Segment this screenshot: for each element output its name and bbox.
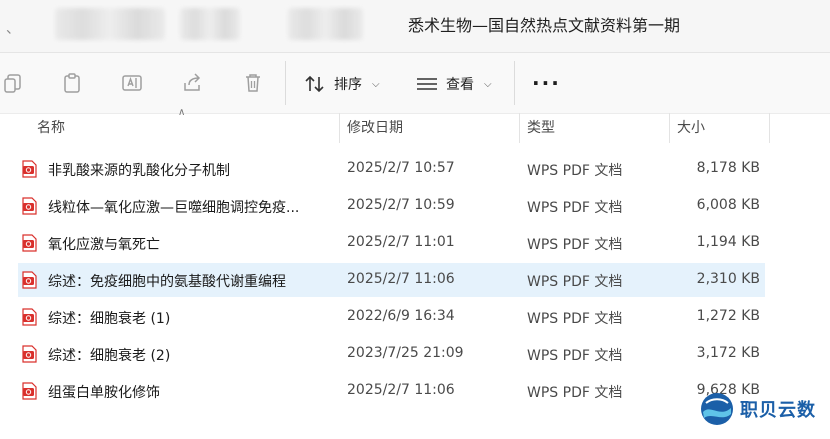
- column-divider[interactable]: [519, 113, 520, 143]
- sort-label: 排序: [334, 77, 362, 93]
- file-name: 非乳酸来源的乳酸化分子机制: [48, 163, 230, 179]
- command-bar: 排序 ⌵ 查看 ⌵ ···: [0, 53, 830, 114]
- view-button[interactable]: 查看 ⌵: [416, 71, 492, 97]
- file-name: 综述：细胞衰老 (1): [48, 311, 171, 327]
- file-modified: 2025/2/7 11:01: [347, 234, 455, 250]
- file-size: 1,194 KB: [696, 234, 760, 250]
- file-type: WPS PDF 文档: [527, 385, 623, 401]
- file-row[interactable]: 组蛋白单胺化修饰 2025/2/7 11:06 WPS PDF 文档 9,628…: [18, 374, 765, 408]
- blurred-path-segment: [288, 8, 363, 40]
- pdf-file-icon: [22, 382, 37, 400]
- file-size: 6,008 KB: [696, 197, 760, 213]
- file-type: WPS PDF 文档: [527, 274, 623, 290]
- blurred-path-segment: [180, 8, 240, 40]
- file-row[interactable]: 综述：细胞衰老 (2) 2023/7/25 21:09 WPS PDF 文档 3…: [18, 337, 765, 371]
- file-name: 综述：细胞衰老 (2): [48, 348, 171, 364]
- file-row-selected[interactable]: 综述：免疫细胞中的氨基酸代谢重编程 2025/2/7 11:06 WPS PDF…: [18, 263, 765, 297]
- view-list-icon: [417, 78, 437, 90]
- file-modified: 2025/2/7 10:59: [347, 197, 455, 213]
- watermark: 职贝云数: [700, 392, 816, 426]
- column-divider[interactable]: [769, 113, 770, 143]
- sort-icon: [305, 75, 324, 93]
- column-header-size[interactable]: 大小: [677, 113, 705, 143]
- file-modified: 2022/6/9 16:34: [347, 308, 455, 324]
- file-row[interactable]: 线粒体—氧化应激—巨噬细胞调控免疫... 2025/2/7 10:59 WPS …: [18, 189, 765, 223]
- file-type: WPS PDF 文档: [527, 311, 623, 327]
- file-row[interactable]: 氧化应激与氧死亡 2025/2/7 11:01 WPS PDF 文档 1,194…: [18, 226, 765, 260]
- sort-button[interactable]: 排序 ⌵: [304, 71, 380, 97]
- chevron-down-icon: ⌵: [372, 78, 380, 90]
- column-divider[interactable]: [669, 113, 670, 143]
- more-options-button[interactable]: ···: [532, 71, 561, 95]
- pdf-file-icon: [22, 345, 37, 363]
- file-size: 8,178 KB: [696, 160, 760, 176]
- file-size: 2,310 KB: [696, 271, 760, 287]
- sort-ascending-indicator-icon: ∧: [178, 107, 186, 118]
- pdf-file-icon: [22, 308, 37, 326]
- file-name: 组蛋白单胺化修饰: [48, 385, 160, 401]
- file-row[interactable]: 非乳酸来源的乳酸化分子机制 2025/2/7 10:57 WPS PDF 文档 …: [18, 152, 765, 186]
- toolbar-divider: [514, 61, 515, 105]
- rename-icon[interactable]: [120, 71, 144, 95]
- copy-icon[interactable]: [2, 71, 26, 95]
- watermark-text: 职贝云数: [740, 400, 816, 421]
- column-header-name[interactable]: 名称: [37, 113, 65, 143]
- file-type: WPS PDF 文档: [527, 237, 623, 253]
- file-modified: 2023/7/25 21:09: [347, 345, 464, 361]
- file-name: 氧化应激与氧死亡: [48, 237, 160, 253]
- watermark-logo-icon: [701, 393, 733, 425]
- file-size: 1,272 KB: [696, 308, 760, 324]
- pdf-file-icon: [22, 197, 37, 215]
- address-bar[interactable]: 、 悉术生物—国自然热点文献资料第一期: [0, 0, 830, 53]
- delete-icon[interactable]: [241, 71, 265, 95]
- blurred-path-segment: [55, 8, 165, 40]
- toolbar-divider: [285, 61, 286, 105]
- chevron-down-icon: ⌵: [484, 78, 492, 90]
- file-modified: 2025/2/7 11:06: [347, 271, 455, 287]
- file-type: WPS PDF 文档: [527, 200, 623, 216]
- file-type: WPS PDF 文档: [527, 348, 623, 364]
- file-size: 3,172 KB: [696, 345, 760, 361]
- file-name: 线粒体—氧化应激—巨噬细胞调控免疫...: [48, 200, 300, 216]
- pdf-file-icon: [22, 271, 37, 289]
- file-name: 综述：免疫细胞中的氨基酸代谢重编程: [48, 274, 286, 290]
- share-icon[interactable]: [181, 71, 205, 95]
- address-leading-glyph: 、: [6, 21, 20, 37]
- column-header-type[interactable]: 类型: [527, 113, 555, 143]
- column-divider[interactable]: [339, 113, 340, 143]
- file-row[interactable]: 综述：细胞衰老 (1) 2022/6/9 16:34 WPS PDF 文档 1,…: [18, 300, 765, 334]
- file-modified: 2025/2/7 10:57: [347, 160, 455, 176]
- file-modified: 2025/2/7 11:06: [347, 382, 455, 398]
- paste-icon[interactable]: [60, 71, 84, 95]
- view-label: 查看: [446, 77, 474, 93]
- file-type: WPS PDF 文档: [527, 163, 623, 179]
- pdf-file-icon: [22, 234, 37, 252]
- column-header-modified[interactable]: 修改日期: [347, 113, 403, 143]
- breadcrumb-current-folder[interactable]: 悉术生物—国自然热点文献资料第一期: [408, 12, 680, 36]
- pdf-file-icon: [22, 160, 37, 178]
